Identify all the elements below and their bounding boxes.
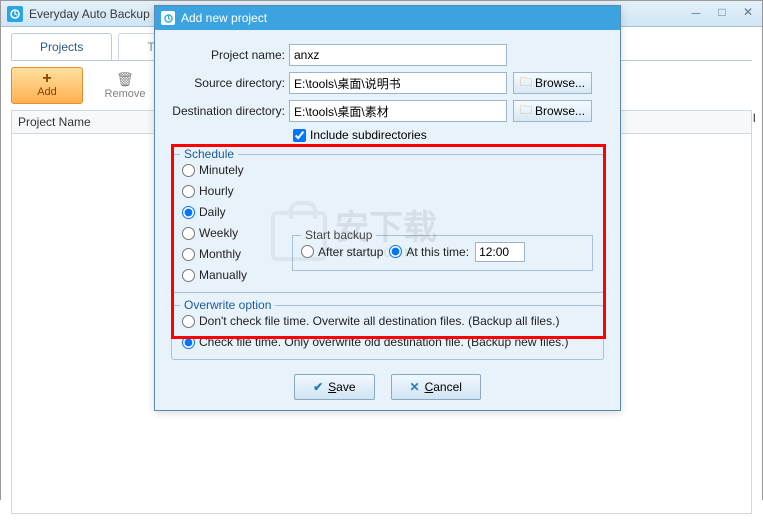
dialog-icon [161,11,175,25]
radio-after-startup[interactable]: After startup [301,245,383,259]
browse-source-button[interactable]: 🗀Browse... [513,72,592,94]
radio-manually[interactable]: Manually [182,268,292,282]
browse-dest-button[interactable]: 🗀Browse... [513,100,592,122]
dialog-titlebar: Add new project [155,6,620,30]
row-source-dir: Source directory: 🗀Browse... [171,72,604,94]
folder-icon: 🗀 [520,73,532,94]
check-icon: ✔ [313,380,323,394]
add-button[interactable]: + Add [11,67,83,104]
x-icon: ✕ [410,380,420,394]
close-button[interactable]: ✕ [740,5,756,22]
label-dest-dir: Destination directory: [171,104,289,118]
label-project-name: Project name: [171,48,289,62]
radio-at-time[interactable]: At this time: [389,245,469,259]
folder-icon: 🗀 [520,101,532,122]
minimize-button[interactable]: － [688,5,704,22]
add-project-dialog: Add new project Project name: Source dir… [154,5,621,411]
radio-weekly[interactable]: Weekly [182,226,292,240]
radio-daily[interactable]: Daily [182,205,292,219]
cancel-button[interactable]: ✕Cancel [391,374,481,400]
source-dir-input[interactable] [289,72,507,94]
overwrite-fieldset: Overwrite option Don't check file time. … [171,305,604,360]
start-backup-area: Start backup After startup At this time: [292,163,593,282]
app-icon [7,6,23,22]
include-sub-checkbox[interactable] [293,129,306,142]
tab-projects[interactable]: Projects [11,33,112,60]
row-dest-dir: Destination directory: 🗀Browse... [171,100,604,122]
radio-minutely[interactable]: Minutely [182,163,292,177]
trash-icon: 🗑 [89,71,161,88]
schedule-fieldset: Schedule Minutely Hourly Daily Weekly Mo… [171,154,604,293]
remove-label: Remove [89,88,161,100]
dialog-buttons: ✔Save ✕Cancel [171,374,604,400]
project-name-input[interactable] [289,44,507,66]
browse-label: Browse... [535,104,585,118]
col-i: I [753,111,756,125]
radio-overwrite-new[interactable]: Check file time. Only overwrite old dest… [182,335,593,349]
radio-overwrite-all[interactable]: Don't check file time. Overwite all dest… [182,314,593,328]
save-button[interactable]: ✔Save [294,374,374,400]
dest-dir-input[interactable] [289,100,507,122]
window-controls: － □ ✕ [688,5,756,22]
browse-label: Browse... [535,76,585,90]
include-sub-label: Include subdirectories [310,128,427,142]
time-input[interactable] [475,242,525,262]
label-source-dir: Source directory: [171,76,289,90]
row-project-name: Project name: [171,44,604,66]
save-rest: ave [336,380,355,394]
remove-button[interactable]: 🗑 Remove [89,67,161,104]
maximize-button[interactable]: □ [714,5,730,22]
overwrite-legend: Overwrite option [180,298,275,312]
start-backup-label: Start backup [301,228,376,242]
plus-icon: + [12,72,82,86]
schedule-options: Minutely Hourly Daily Weekly Monthly Man… [182,163,292,282]
dialog-body: Project name: Source directory: 🗀Browse.… [155,30,620,410]
radio-hourly[interactable]: Hourly [182,184,292,198]
add-label: Add [12,86,82,98]
dialog-title: Add new project [181,11,267,25]
radio-monthly[interactable]: Monthly [182,247,292,261]
cancel-rest: ancel [433,380,462,394]
schedule-legend: Schedule [180,147,238,161]
row-include-sub: Include subdirectories [293,128,604,142]
